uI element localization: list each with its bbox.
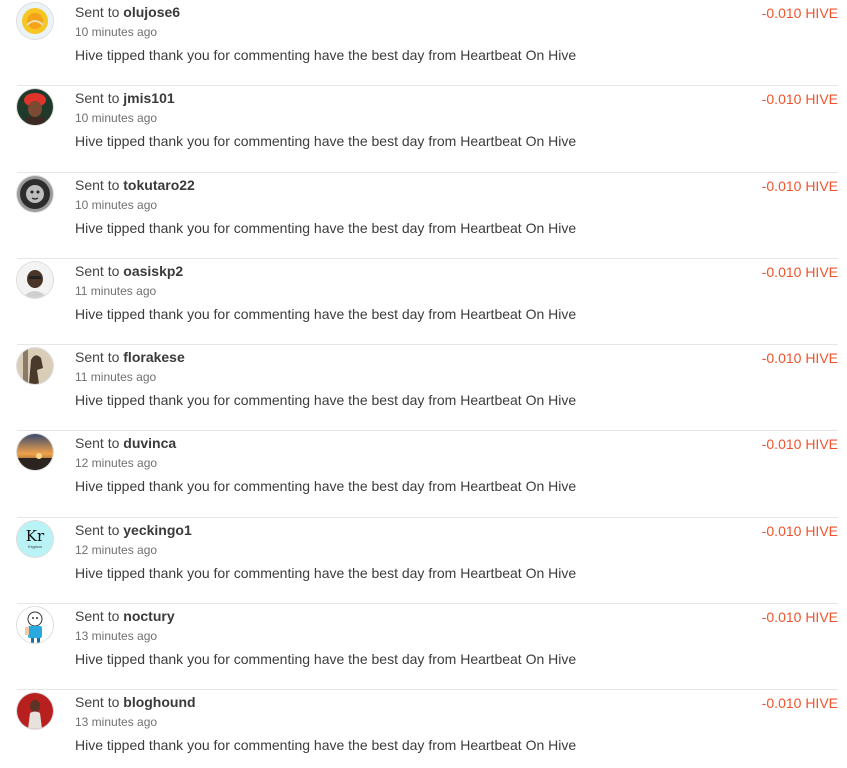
transfer-amount: -0.010 HIVE [761,263,838,280]
transfer-description: Sent to duvinca [75,434,176,452]
transfer-amount: -0.010 HIVE [761,522,838,539]
recipient-username-link[interactable]: bloghound [123,694,195,710]
yellow-badge-avatar-icon[interactable] [17,3,53,39]
transfer-row: Sent to bloghound 13 minutes ago Hive ti… [17,690,838,768]
recipient-username-link[interactable]: tokutaro22 [123,177,195,193]
transfer-amount: -0.010 HIVE [761,609,838,626]
transfer-amount: -0.010 HIVE [761,350,838,367]
sent-to-label: Sent to [75,262,120,279]
horse-avatar-icon[interactable] [17,348,53,385]
avatar-element-symbol: Kr [25,526,45,545]
transfer-row: Sent to tokutaro22 10 minutes ago Hive t… [17,173,838,259]
transfer-memo: Hive tipped thank you for commenting hav… [75,737,577,754]
transfer-timestamp: 10 minutes ago [75,197,158,212]
transfer-memo: Hive tipped thank you for commenting hav… [75,651,577,668]
transfer-row: Sent to florakese 11 minutes ago Hive ti… [17,345,838,432]
transfer-description: Sent to noctury [75,607,175,625]
transfer-amount: -0.010 HIVE [761,695,838,712]
transfer-description: Sent to florakese [75,348,185,366]
transfer-memo: Hive tipped thank you for commenting hav… [75,219,577,236]
transfer-amount: -0.010 HIVE [761,436,838,453]
transfer-timestamp: 12 minutes ago [75,542,158,557]
transfer-timestamp: 13 minutes ago [75,629,158,644]
transfer-description: Sent to jmis101 [75,89,175,107]
sent-to-label: Sent to [75,4,120,20]
transfer-amount: -0.010 HIVE [761,5,838,21]
recipient-username-link[interactable]: duvinca [123,435,176,451]
person-red-background-avatar-icon[interactable] [17,693,53,730]
krypton-element-avatar-icon[interactable]: Kr Krypton [17,520,53,557]
transfer-description: Sent to olujose6 [75,3,180,21]
avatar-element-name: Krypton [28,543,42,549]
person-red-headwrap-avatar-icon[interactable] [17,89,53,126]
transfer-memo: Hive tipped thank you for commenting hav… [75,392,577,409]
lion-head-avatar-icon[interactable] [17,175,53,212]
sent-to-label: Sent to [75,694,120,711]
sent-to-label: Sent to [75,176,120,193]
transfer-row: Sent to noctury 13 minutes ago Hive tipp… [17,604,838,691]
transfer-memo: Hive tipped thank you for commenting hav… [75,305,577,322]
transfer-memo: Hive tipped thank you for commenting hav… [75,47,577,63]
transfer-row: Kr Krypton Sent to yeckingo1 12 minutes a… [17,518,838,605]
transfer-timestamp: 10 minutes ago [75,111,158,126]
sent-to-label: Sent to [75,90,120,107]
transfer-timestamp: 10 minutes ago [75,25,158,39]
recipient-username-link[interactable]: oasiskp2 [123,263,183,279]
sent-to-label: Sent to [75,521,120,538]
transfer-timestamp: 11 minutes ago [75,283,157,298]
recipient-username-link[interactable]: jmis101 [123,90,174,106]
transfer-description: Sent to tokutaro22 [75,176,195,194]
sent-to-label: Sent to [75,608,120,625]
transfer-memo: Hive tipped thank you for commenting hav… [75,478,577,495]
recipient-username-link[interactable]: florakese [123,349,184,365]
recipient-username-link[interactable]: yeckingo1 [123,522,191,538]
recipient-username-link[interactable]: olujose6 [123,4,180,20]
transfer-description: Sent to bloghound [75,693,196,711]
sunset-avatar-icon[interactable] [17,434,53,471]
transfer-amount: -0.010 HIVE [761,91,838,108]
transfer-timestamp: 13 minutes ago [75,715,158,730]
transfer-amount: -0.010 HIVE [761,177,838,194]
sent-to-label: Sent to [75,349,120,366]
transfer-timestamp: 11 minutes ago [75,370,157,385]
transfer-row: Sent to olujose6 10 minutes ago Hive tip… [17,0,838,87]
transfer-description: Sent to oasiskp2 [75,262,183,280]
transfer-memo: Hive tipped thank you for commenting hav… [75,133,577,150]
transfer-description: Sent to yeckingo1 [75,521,192,539]
transfer-history-list: Sent to olujose6 10 minutes ago Hive tip… [0,0,847,768]
transfer-memo: Hive tipped thank you for commenting hav… [75,564,577,581]
transfer-row: Sent to jmis101 10 minutes ago Hive tipp… [17,86,838,173]
cartoon-character-avatar-icon[interactable] [17,607,53,644]
sent-to-label: Sent to [75,435,120,452]
transfer-timestamp: 12 minutes ago [75,456,158,471]
person-portrait-avatar-icon[interactable] [17,261,53,298]
recipient-username-link[interactable]: noctury [123,608,174,624]
transfer-row: Sent to duvinca 12 minutes ago Hive tipp… [17,431,838,518]
transfer-row: Sent to oasiskp2 11 minutes ago Hive tip… [17,259,838,346]
